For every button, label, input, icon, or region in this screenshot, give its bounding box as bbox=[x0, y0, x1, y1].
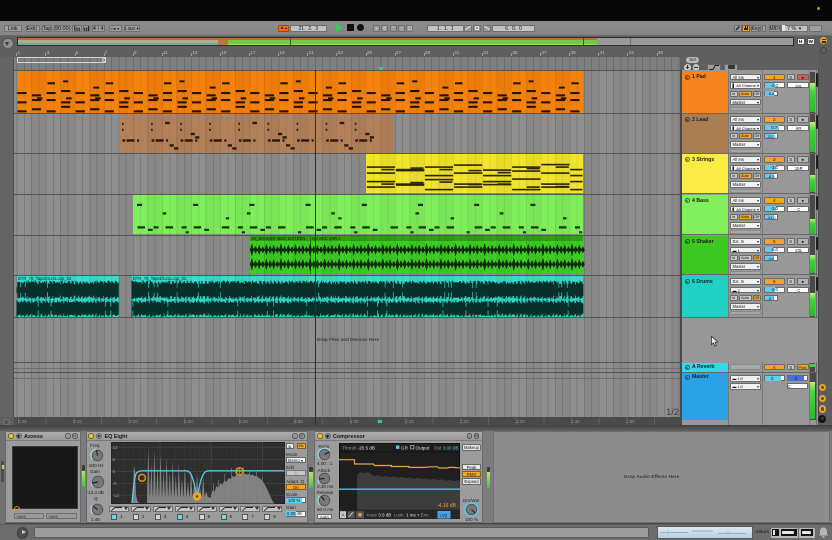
svg-text:-12: -12 bbox=[112, 493, 119, 498]
svg-text:12: 12 bbox=[112, 445, 118, 450]
svg-text:A: A bbox=[342, 512, 345, 517]
svg-text:Log: Log bbox=[440, 512, 448, 517]
svg-text:100: 100 bbox=[155, 498, 163, 503]
svg-text:GR: GR bbox=[401, 445, 409, 450]
svg-text:1k: 1k bbox=[207, 498, 213, 503]
svg-text:-4.16 dB: -4.16 dB bbox=[437, 503, 457, 509]
svg-text:Knee 3.0 dB Look. 1 ms ▾ Env.: Knee 3.0 dB Look. 1 ms ▾ Env. bbox=[367, 512, 430, 517]
svg-text:Out 3.00 dB: Out 3.00 dB bbox=[434, 445, 459, 450]
svg-text:10k: 10k bbox=[257, 498, 265, 503]
svg-text:-6: -6 bbox=[112, 481, 116, 486]
svg-text:Thresh -20.5 dB: Thresh -20.5 dB bbox=[342, 445, 375, 450]
svg-text:Output: Output bbox=[416, 445, 431, 450]
